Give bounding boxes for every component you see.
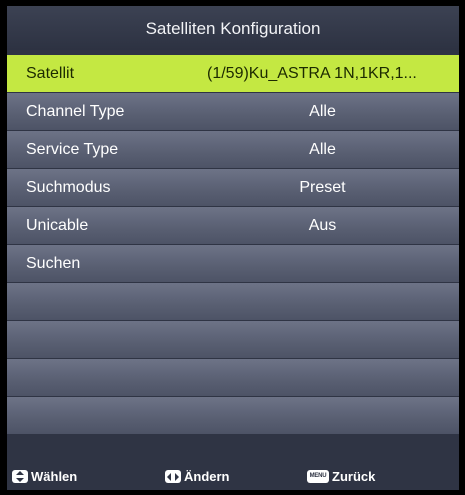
empty-row — [7, 321, 459, 358]
menu-item-unicable[interactable]: Unicable Aus — [7, 207, 459, 244]
left-right-arrows-icon — [165, 470, 181, 483]
menu-item-label: Suchmodus — [26, 179, 111, 196]
menu-item-label: Unicable — [26, 217, 89, 234]
menu-item-service-type[interactable]: Service Type Alle — [7, 131, 459, 168]
menu-item-value: Aus — [308, 217, 337, 234]
satellite-config-panel: Satelliten Konfiguration Satellit (1/59)… — [7, 6, 459, 490]
menu-item-label: Satellit — [26, 65, 75, 82]
menu-item-label: Suchen — [26, 255, 81, 272]
menu-key-icon: MENU — [307, 470, 329, 483]
menu-item-value: Preset — [299, 179, 346, 196]
menu-item-suchmodus[interactable]: Suchmodus Preset — [7, 169, 459, 206]
page-title: Satelliten Konfiguration — [7, 6, 459, 50]
hint-back-label: Zurück — [332, 469, 376, 484]
menu-list: Satellit (1/59)Ku_ASTRA 1N,1KR,1... Chan… — [7, 55, 459, 435]
empty-row — [7, 283, 459, 320]
hint-back: MENU Zurück — [307, 469, 375, 484]
menu-item-value: Alle — [309, 103, 336, 120]
menu-item-label: Service Type — [26, 141, 119, 158]
hint-change-label: Ändern — [184, 469, 230, 484]
menu-item-value: Alle — [309, 141, 336, 158]
tv-screen: Satelliten Konfiguration Satellit (1/59)… — [0, 0, 465, 495]
menu-item-label: Channel Type — [26, 103, 125, 120]
menu-item-value: (1/59)Ku_ASTRA 1N,1KR,1... — [207, 65, 417, 82]
empty-row — [7, 359, 459, 396]
empty-row — [7, 397, 459, 434]
menu-item-satellit[interactable]: Satellit (1/59)Ku_ASTRA 1N,1KR,1... — [7, 55, 459, 92]
hint-change: Ändern — [165, 469, 230, 484]
hint-select: Wählen — [12, 469, 77, 484]
menu-item-channel-type[interactable]: Channel Type Alle — [7, 93, 459, 130]
menu-item-suchen[interactable]: Suchen — [7, 245, 459, 282]
hint-select-label: Wählen — [31, 469, 78, 484]
up-down-arrows-icon — [12, 470, 28, 483]
footer-hints: Wählen Ändern MENU Zurück — [7, 461, 459, 490]
